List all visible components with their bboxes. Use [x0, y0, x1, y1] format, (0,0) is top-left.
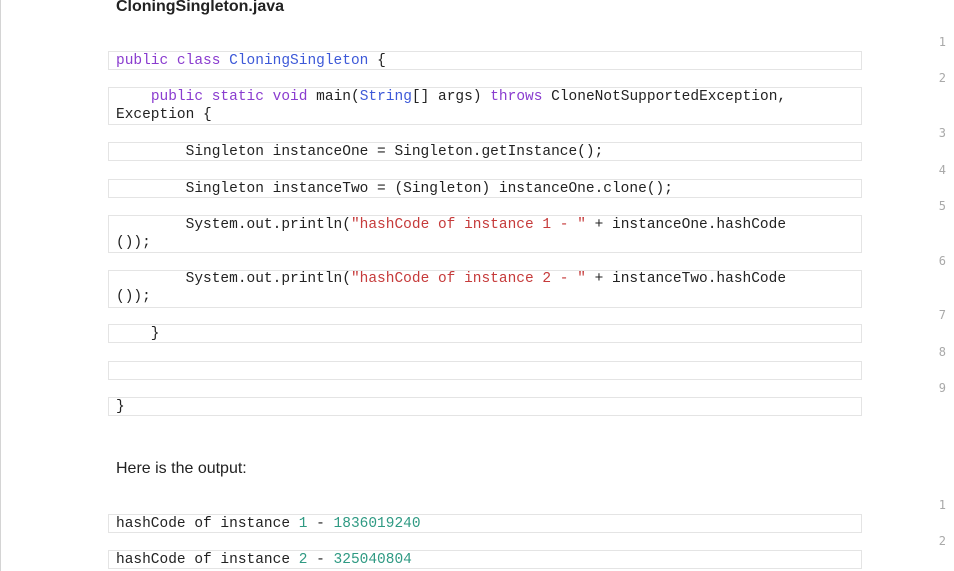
string-literal: "hashCode of instance 2 - "	[350, 271, 586, 287]
println-call: System.out.println(	[116, 271, 351, 287]
exception-list-wrap: Exception {	[116, 107, 212, 123]
code-text-1[interactable]: public class CloningSingleton {	[116, 52, 856, 70]
keyword-class: class	[176, 53, 221, 69]
hashcode-value: 1836019240	[333, 516, 421, 532]
output-heading: Here is the output:	[116, 460, 247, 477]
line-number-8: 8	[938, 345, 946, 359]
page-left-border	[0, 0, 1, 571]
call-close: ());	[116, 235, 151, 251]
code-text-5[interactable]: System.out.println("hashCode of instance…	[116, 216, 856, 252]
method-params: [] args)	[411, 89, 482, 105]
code-text-7[interactable]: }	[116, 325, 856, 343]
method-name: main(	[316, 89, 360, 105]
line-number-7: 7	[938, 308, 946, 322]
line-number-4: 4	[938, 163, 946, 177]
output-line-number-1: 1	[938, 498, 946, 512]
code-text-3[interactable]: Singleton instanceOne = Singleton.getIns…	[116, 143, 856, 161]
line-number-6: 6	[938, 254, 946, 268]
string-literal: "hashCode of instance 1 - "	[350, 217, 586, 233]
hashcode-value: 325040804	[333, 552, 412, 568]
keyword-throws: throws	[490, 89, 543, 105]
println-call: System.out.println(	[116, 217, 351, 233]
code-text-4[interactable]: Singleton instanceTwo = (Singleton) inst…	[116, 180, 856, 198]
call-close: ());	[116, 289, 151, 305]
exception-list: CloneNotSupportedException,	[551, 89, 787, 105]
code-text-6[interactable]: System.out.println("hashCode of instance…	[116, 270, 856, 306]
class-name: CloningSingleton	[229, 53, 369, 69]
output-text-2[interactable]: hashCode of instance 2 - 325040804	[116, 551, 856, 569]
hashcode-call: + instanceOne.hashCode	[585, 217, 787, 233]
code-text-2[interactable]: public static void main(String[] args) t…	[116, 88, 856, 124]
keyword-public: public	[150, 89, 204, 105]
separator: -	[307, 516, 334, 532]
output-label: hashCode of instance	[116, 516, 299, 532]
separator: -	[307, 552, 334, 568]
line-number-5: 5	[938, 199, 946, 213]
keyword-public: public	[116, 53, 169, 69]
line-number-1: 1	[938, 35, 946, 49]
hashcode-call: + instanceTwo.hashCode	[585, 271, 787, 287]
line-number-9: 9	[938, 381, 946, 395]
output-text-1[interactable]: hashCode of instance 1 - 1836019240	[116, 515, 856, 533]
line-number-2: 2	[938, 71, 946, 85]
code-line-8	[108, 361, 862, 380]
code-text-9[interactable]: }	[116, 398, 856, 416]
keyword-void: void	[272, 89, 308, 105]
open-brace: {	[377, 53, 386, 69]
document-title: CloningSingleton.java	[116, 0, 285, 15]
keyword-static: static	[211, 89, 264, 105]
output-line-number-2: 2	[938, 534, 946, 548]
type-string: String	[359, 89, 412, 105]
output-label: hashCode of instance	[116, 552, 299, 568]
line-number-3: 3	[938, 126, 946, 140]
